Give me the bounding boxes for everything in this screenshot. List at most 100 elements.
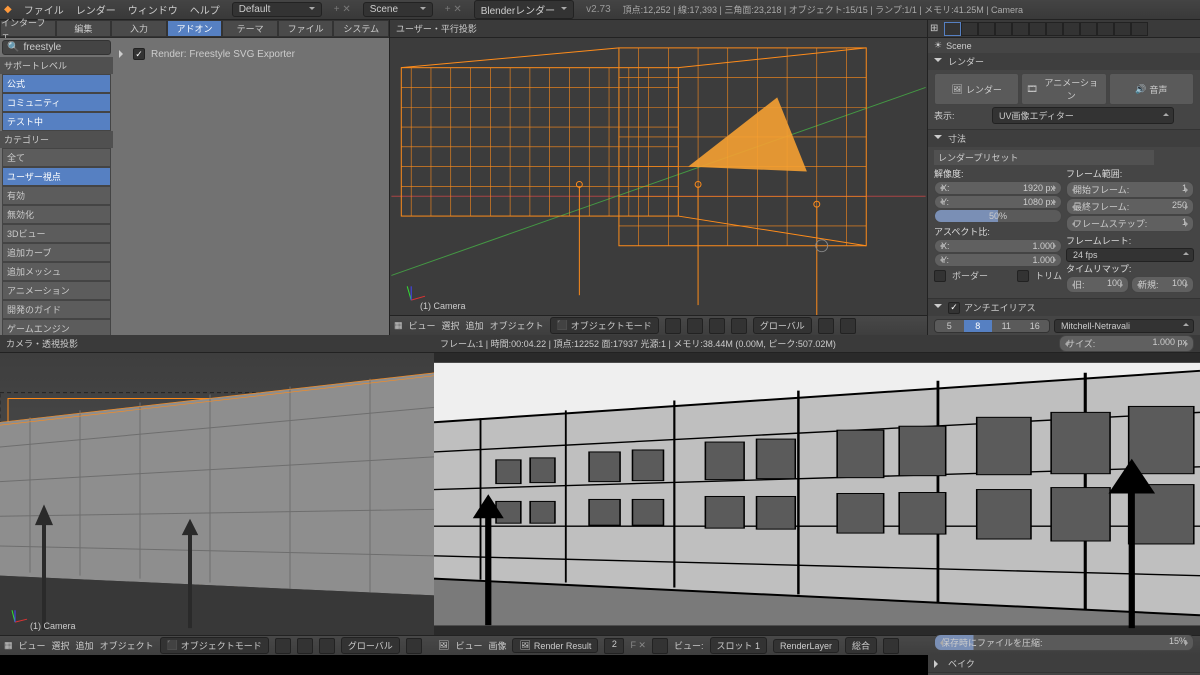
menu-select[interactable]: 選択 [52,639,70,652]
tab-modifiers[interactable] [1046,22,1063,36]
menu-view[interactable]: ビュー [409,319,436,332]
tab-addons[interactable]: アドオン [167,20,223,37]
tab-constraints[interactable] [1029,22,1046,36]
res-x[interactable]: X:1920 px [934,181,1062,195]
shading-icon[interactable] [665,318,681,334]
mode-dropdown[interactable]: ⬛オブジェクトモード [160,637,269,654]
engine-dropdown[interactable]: Blenderレンダー [474,0,574,19]
menu-select[interactable]: 選択 [442,319,460,332]
border-checkbox[interactable] [934,270,946,282]
tab-layers[interactable] [961,22,978,36]
combined-dropdown[interactable]: 総合 [845,637,877,654]
cat-disabled[interactable]: 無効化 [2,205,111,224]
tab-input[interactable]: 入力 [111,20,167,37]
scene-dropdown[interactable]: Scene [363,2,433,17]
cat-enabled[interactable]: 有効 [2,186,111,205]
snap-icon[interactable] [406,638,422,654]
cat-addmesh[interactable]: 追加メッシュ [2,262,111,281]
support-testing[interactable]: テスト中 [2,112,111,131]
panel-dimensions[interactable]: 寸法 [928,130,1200,147]
layers-icon[interactable] [731,318,747,334]
aa-filter[interactable]: Mitchell-Netravali [1054,319,1194,333]
menu-add[interactable]: 追加 [466,319,484,332]
remap-old[interactable]: 旧:100 [1066,276,1129,293]
res-y[interactable]: Y:1080 px [934,195,1062,209]
viewport-3d-top[interactable]: ユーザー・平行投影 [390,20,928,335]
render-preset-dropdown[interactable]: レンダープリセット [934,150,1154,165]
orientation-dropdown[interactable]: グローバル [753,317,812,334]
lock-icon[interactable] [1180,109,1194,123]
pivot-icon[interactable] [297,638,313,654]
menu-add[interactable]: 追加 [76,639,94,652]
tab-data[interactable] [1063,22,1080,36]
audio-button[interactable]: 🔊音声 [1109,73,1194,105]
menu-render[interactable]: レンダー [76,2,116,17]
cat-3dview[interactable]: 3Dビュー [2,224,111,243]
addon-enable-checkbox[interactable] [133,48,145,60]
addon-freestyle-svg[interactable]: Render: Freestyle SVG Exporter [117,46,385,62]
display-dropdown[interactable]: UV画像エディター [992,107,1174,124]
snap-icon[interactable] [818,318,834,334]
menu-window[interactable]: ウィンドウ [128,2,178,17]
aspect-y[interactable]: Y:1.000 [934,253,1062,267]
res-pct[interactable]: 50% [934,209,1062,223]
editor-type-icon[interactable]: ▦ [4,640,13,651]
expand-icon[interactable] [119,50,127,58]
tab-themes[interactable]: テーマ [222,20,278,37]
preset-add[interactable] [1160,151,1174,165]
tab-object[interactable] [1012,22,1029,36]
render-button[interactable]: 🖼レンダー [934,73,1019,105]
image-editor[interactable]: フレーム:1 | 時間:00:04.22 | 頂点:12252 面:17937 … [434,335,1200,655]
editor-type-icon[interactable]: 🖼 [438,640,449,651]
menu-object[interactable]: オブジェクト [100,639,154,652]
editor-type-icon[interactable]: ⊞ [930,23,944,34]
tab-scene[interactable] [978,22,995,36]
mode-dropdown[interactable]: ⬛オブジェクトモード [550,317,659,334]
aa-samples[interactable]: 581116 [934,319,1050,333]
tab-texture[interactable] [1097,22,1114,36]
image-dropdown[interactable]: 🖼Render Result [512,638,598,653]
menu-help[interactable]: ヘルプ [190,2,220,17]
tab-system[interactable]: システム [333,20,389,37]
tab-material[interactable] [1080,22,1097,36]
manipulator-icon[interactable] [709,318,725,334]
compress-slider[interactable]: 保存時にファイルを圧縮:15% [934,634,1194,651]
preset-remove[interactable] [1180,151,1194,165]
tab-editing[interactable]: 編集 [56,20,112,37]
render-icon[interactable] [840,318,856,334]
layout-dropdown[interactable]: Default [232,2,322,17]
tab-physics[interactable] [1131,22,1148,36]
tab-particles[interactable] [1114,22,1131,36]
cat-anim[interactable]: アニメーション [2,281,111,300]
menu-view[interactable]: ビュー [455,639,482,652]
tab-render[interactable] [944,22,961,36]
panel-aa[interactable]: アンチエイリアス [928,299,1200,316]
panel-render[interactable]: レンダー [928,53,1200,70]
menu-view[interactable]: ビュー [19,639,46,652]
pin-icon[interactable] [652,638,668,654]
pivot-icon[interactable] [687,318,703,334]
remap-new[interactable]: 新規:100 [1131,276,1194,293]
orientation-dropdown[interactable]: グローバル [341,637,400,654]
cat-addcurve[interactable]: 追加カーブ [2,243,111,262]
viewport-camera[interactable]: カメラ・透視投影 [0,335,434,655]
addon-search[interactable]: 🔍freestyle [2,40,111,55]
display-channels[interactable] [883,638,899,654]
tab-file[interactable]: ファイル [278,20,334,37]
frame-end[interactable]: 最終フレーム:250 [1066,198,1194,215]
trim-checkbox[interactable] [1017,270,1029,282]
menu-image[interactable]: 画像 [488,639,506,652]
frame-step[interactable]: フレームステップ:1 [1066,215,1194,232]
tab-world[interactable] [995,22,1012,36]
cat-all[interactable]: 全て [2,148,111,167]
shading-icon[interactable] [275,638,291,654]
support-community[interactable]: コミュニティ [2,93,111,112]
menu-object[interactable]: オブジェクト [490,319,544,332]
manipulator-icon[interactable] [319,638,335,654]
aspect-x[interactable]: X:1.000 [934,239,1062,253]
fps-dropdown[interactable]: 24 fps [1066,248,1194,262]
tab-interface[interactable]: インターフェ... [0,20,56,37]
panel-bake[interactable]: ベイク [928,655,1200,672]
anim-button[interactable]: 🎞アニメーション [1021,73,1106,105]
num-field[interactable]: 2 [604,638,624,654]
